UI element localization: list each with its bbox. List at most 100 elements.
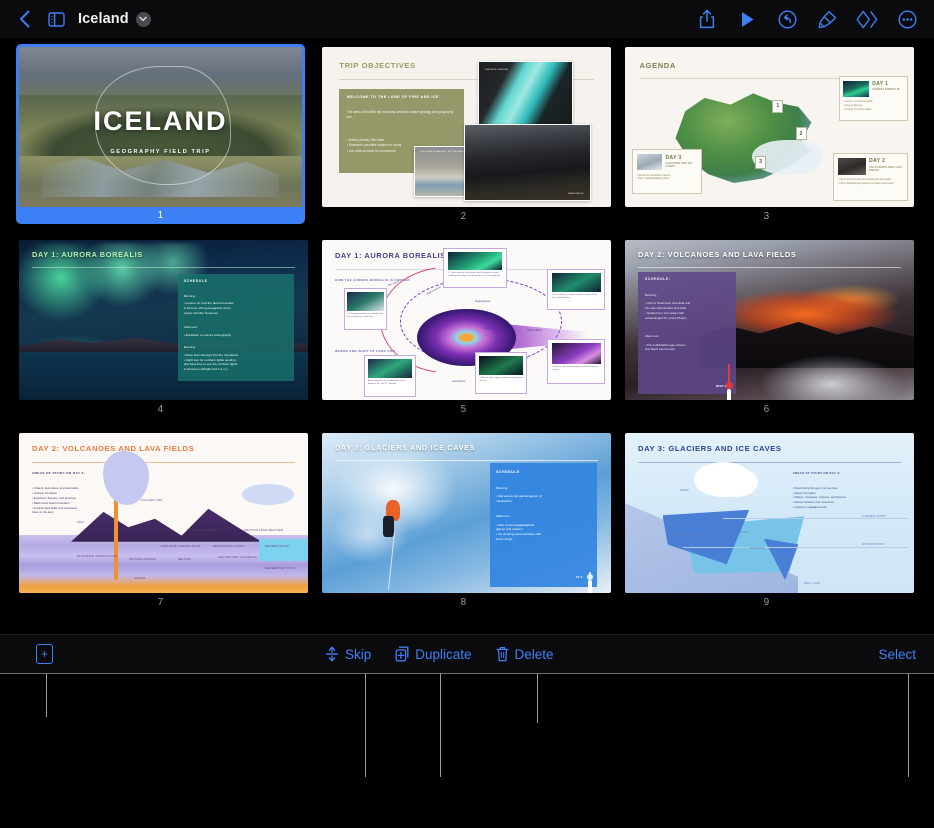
- map-pin-2: 2: [795, 127, 807, 140]
- label-splatter: SPLATTER CONTENT: [186, 529, 218, 532]
- areas-of-study-heading: AREAS OF STUDY ON DAY 3:: [792, 471, 841, 476]
- leader-line-skip: [365, 673, 366, 777]
- afternoon-items: • Hike on the Eyjafjallajökull glacier a…: [496, 522, 542, 541]
- slide-cell-3[interactable]: AGENDA 1 2 3 DAY 1 AURORA BOREALIS • Lec…: [622, 44, 914, 224]
- slide-thumbnail-4[interactable]: DAY 1: AURORA BOREALIS SCHEDULE Morning:…: [16, 237, 308, 417]
- animate-button[interactable]: [854, 4, 880, 34]
- slide-2-title: TRIP OBJECTIVES: [339, 61, 416, 71]
- slide-number-3: 3: [763, 211, 770, 222]
- annotation-radiation-belts: Radiation Belts: [483, 328, 500, 330]
- thermometer-stem: [727, 388, 732, 400]
- card-day-label: DAY 1: [872, 81, 889, 88]
- slide-cell-6[interactable]: DAY 2: VOLCANOES AND LAVA FIELDS SCHEDUL…: [622, 237, 914, 417]
- document-title[interactable]: Iceland: [78, 11, 129, 27]
- schedule-heading: SCHEDULE:: [644, 276, 671, 281]
- callout-1: 1. Charged particles are emitted from th…: [343, 288, 388, 330]
- delete-button[interactable]: Delete: [496, 646, 554, 662]
- slide-thumbnail-8[interactable]: DAY 3: GLACIERS AND ICE CAVES SCHEDULE M…: [319, 430, 611, 610]
- share-button[interactable]: [694, 4, 720, 34]
- rain-cloud: [241, 484, 294, 505]
- callout-photo: [347, 291, 384, 311]
- temperature-value: 2010° F: [715, 383, 727, 388]
- slide-cell-9[interactable]: DAY 3: GLACIERS AND ICE CAVES AREAS OF S…: [622, 430, 914, 610]
- snow-cloud-secondary: [714, 468, 758, 497]
- top-toolbar: Iceland: [0, 0, 934, 38]
- delete-label: Delete: [514, 646, 554, 662]
- card-day-label: DAY 3: [665, 154, 682, 161]
- title-rule: [335, 460, 598, 462]
- document-title-chevron-down-icon[interactable]: [135, 11, 151, 27]
- slide-8-canvas: DAY 3: GLACIERS AND ICE CAVES SCHEDULE M…: [322, 433, 611, 593]
- add-slide-button[interactable]: +: [36, 644, 53, 664]
- label-metamorphic: METAMORPHIC ROCK: [212, 545, 245, 548]
- morning-label: Morning:: [644, 292, 657, 297]
- slide-cell-7[interactable]: DAY 2: VOLCANOES AND LAVA FIELDS AREAS O…: [16, 430, 308, 610]
- slide-navigator-grid: ICELAND GEOGRAPHY FIELD TRIP 1 TRIP OBJE…: [0, 38, 934, 634]
- slide-1-title: ICELAND: [93, 106, 228, 137]
- slide-cell-2[interactable]: TRIP OBJECTIVES WELCOME TO THE LAND OF F…: [319, 44, 611, 224]
- slide-thumbnail-2[interactable]: TRIP OBJECTIVES WELCOME TO THE LAND OF F…: [319, 44, 611, 224]
- slide-thumbnail-7[interactable]: DAY 2: VOLCANOES AND LAVA FIELDS AREAS O…: [16, 430, 308, 610]
- slide-thumbnail-5[interactable]: DAY 1: AURORA BOREALIS HOW THE AURORA BO…: [319, 237, 611, 417]
- slide-8-title: DAY 3: GLACIERS AND ICE CAVES: [335, 442, 476, 452]
- label-crevasse: CREVASSE: [749, 546, 766, 550]
- toolbar-right-group: [694, 4, 934, 34]
- sidebar-toggle-button[interactable]: [40, 4, 72, 34]
- play-button[interactable]: [734, 4, 760, 34]
- skip-button[interactable]: Skip: [325, 646, 371, 662]
- slide-thumbnail-9[interactable]: DAY 3: GLACIERS AND ICE CAVES AREAS OF S…: [622, 430, 914, 610]
- select-button[interactable]: Select: [878, 647, 916, 662]
- label-lava: LAVA: [76, 521, 85, 524]
- callout-photo: [367, 358, 412, 378]
- annotation-plasma-sheet: Plasma Sheet: [527, 329, 542, 332]
- duplicate-button[interactable]: Duplicate: [395, 646, 472, 662]
- areas-of-study-heading: AREAS OF STUDY ON DAY 2:: [32, 471, 86, 476]
- slide-number-9: 9: [763, 597, 770, 608]
- agenda-card-day-1: DAY 1 AURORA BOREALIS • Lecture on auror…: [838, 75, 909, 121]
- slide-thumbnail-3[interactable]: AGENDA 1 2 3 DAY 1 AURORA BOREALIS • Lec…: [622, 44, 914, 224]
- bottom-toolbar-actions: Skip Duplicate Delete: [325, 646, 554, 662]
- magma-vent: [114, 497, 119, 581]
- slide-row: DAY 2: VOLCANOES AND LAVA FIELDS AREAS O…: [16, 430, 918, 610]
- winter-frost-line: [682, 546, 909, 548]
- more-button[interactable]: [894, 4, 920, 34]
- slide-cell-8[interactable]: DAY 3: GLACIERS AND ICE CAVES SCHEDULE M…: [319, 430, 611, 610]
- slide-3-canvas: AGENDA 1 2 3 DAY 1 AURORA BOREALIS • Lec…: [625, 47, 914, 207]
- photo-caption-1: THE BLUE LAGOON: [484, 68, 509, 71]
- leader-line-duplicate: [440, 673, 441, 777]
- label-glacier-ice: GLACIER ICE: [729, 530, 749, 534]
- slide-cell-4[interactable]: DAY 1: AURORA BOREALIS SCHEDULE Morning:…: [16, 237, 308, 417]
- afternoon-items: • Exhibition on aurora photography: [183, 332, 232, 337]
- slide-2-canvas: TRIP OBJECTIVES WELCOME TO THE LAND OF F…: [322, 47, 611, 207]
- afternoon-label: Afternoon:: [183, 325, 198, 330]
- annotation-auroral-zone: Auroral Zone: [452, 380, 466, 383]
- ice-climber-legs: [382, 516, 395, 537]
- annotation-magnetopause: Magnetopause: [475, 300, 491, 303]
- label-heating-squeezing: HEATING AND SQUEEZING: [218, 556, 258, 560]
- summer-frost-line: [723, 517, 909, 519]
- slide-thumbnail-6[interactable]: DAY 2: VOLCANOES AND LAVA FIELDS SCHEDUL…: [622, 237, 914, 417]
- leader-line-add: [46, 673, 47, 717]
- callout-photo: [551, 272, 601, 292]
- chevron-down-icon: [139, 16, 147, 22]
- temperature-value: 14° F: [575, 575, 583, 580]
- slide-cell-5[interactable]: DAY 1: AURORA BOREALIS HOW THE AURORA BO…: [319, 237, 611, 417]
- photo-lava-fields: LAVA FIELDS: [463, 123, 591, 201]
- slide-thumbnail-1-selected[interactable]: ICELAND GEOGRAPHY FIELD TRIP 1: [16, 44, 305, 224]
- trash-icon: [496, 646, 508, 662]
- morning-items: • Sail across the glacial lagoon of Jöku…: [496, 494, 542, 503]
- label-melt-lake: MELT LAKE: [804, 581, 821, 585]
- schedule-panel: SCHEDULE: Morning: • Visit to Holuhraun …: [638, 272, 737, 400]
- slide-row: ICELAND GEOGRAPHY FIELD TRIP 1 TRIP OBJE…: [16, 44, 918, 224]
- callout-text: Collisions with nitrogen produce pink an…: [551, 365, 599, 372]
- card-bullets: • Lecture on aurora borealis • Drive to …: [843, 99, 873, 111]
- skip-label: Skip: [345, 646, 372, 662]
- format-button[interactable]: [814, 4, 840, 34]
- card-bullets: • Sail across Jökulsárlón lagoon • Hike …: [636, 173, 671, 181]
- back-button[interactable]: [8, 4, 40, 34]
- slide-5-canvas: DAY 1: AURORA BOREALIS HOW THE AURORA BO…: [322, 240, 611, 400]
- slide-cell-1[interactable]: ICELAND GEOGRAPHY FIELD TRIP 1: [16, 44, 305, 224]
- leader-line-select: [908, 673, 909, 777]
- undo-button[interactable]: [774, 4, 800, 34]
- duplicate-label: Duplicate: [415, 646, 472, 662]
